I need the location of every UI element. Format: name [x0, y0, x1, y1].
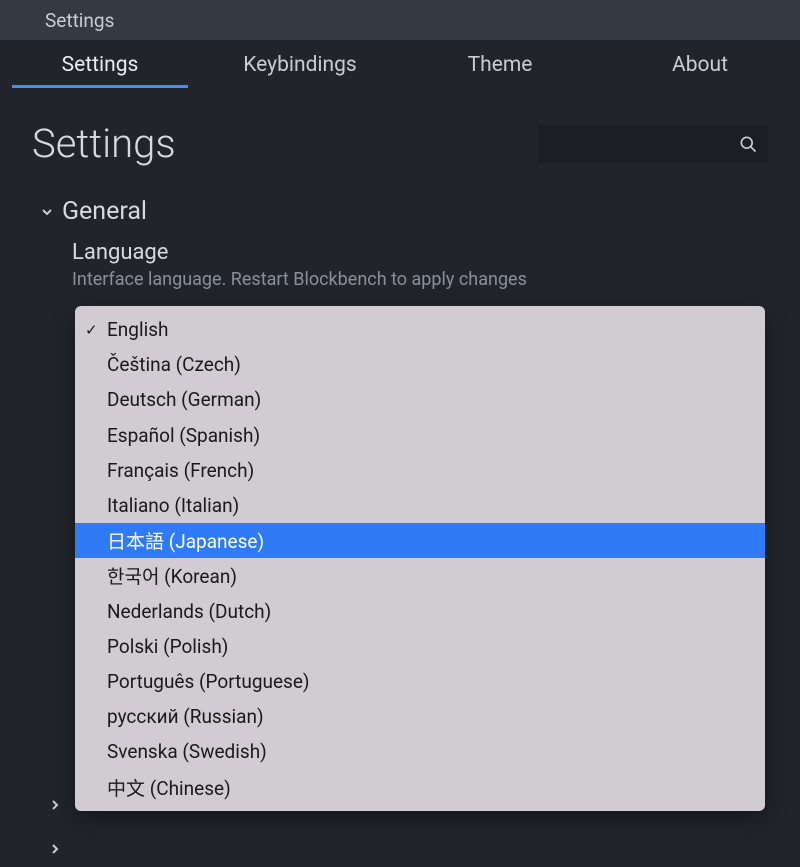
page-title: Settings	[32, 120, 176, 167]
tab-label: Keybindings	[243, 53, 357, 77]
dropdown-option[interactable]: Français (French)	[75, 453, 765, 488]
dropdown-option[interactable]: Čeština (Czech)	[75, 347, 765, 382]
dropdown-option-label: Čeština (Czech)	[107, 353, 241, 376]
search-icon	[738, 134, 758, 154]
header-row: Settings	[32, 120, 768, 167]
dropdown-option[interactable]: 日本語 (Japanese)	[75, 523, 765, 558]
setting-description: Interface language. Restart Blockbench t…	[72, 269, 768, 290]
check-icon: ✓	[85, 321, 98, 339]
dropdown-option[interactable]: Nederlands (Dutch)	[75, 594, 765, 629]
tab-about[interactable]: About	[600, 40, 800, 90]
section-header-collapsed[interactable]	[48, 798, 62, 812]
dropdown-option-label: Español (Spanish)	[107, 424, 260, 447]
dropdown-option-label: Français (French)	[107, 459, 254, 482]
content: Settings General Language Interface lang…	[0, 90, 800, 290]
dropdown-option[interactable]: Svenska (Swedish)	[75, 734, 765, 769]
dropdown-option-label: Nederlands (Dutch)	[107, 600, 271, 623]
tabs: Settings Keybindings Theme About	[0, 40, 800, 90]
section-header-collapsed[interactable]	[48, 842, 62, 856]
setting-label: Language	[72, 240, 768, 265]
window-title: Settings	[45, 9, 114, 32]
dropdown-option-label: 한국어 (Korean)	[107, 562, 237, 589]
dropdown-option[interactable]: Italiano (Italian)	[75, 488, 765, 523]
language-dropdown[interactable]: ✓ English Čeština (Czech) Deutsch (German) E…	[75, 306, 765, 811]
dropdown-option-label: Português (Portuguese)	[107, 670, 310, 693]
dropdown-option[interactable]: Português (Portuguese)	[75, 664, 765, 699]
tab-label: Settings	[62, 53, 139, 77]
chevron-right-icon	[48, 842, 62, 856]
dropdown-option-label: 中文 (Chinese)	[107, 774, 231, 801]
dropdown-option-label: 日本語 (Japanese)	[107, 527, 264, 554]
chevron-down-icon	[40, 205, 54, 219]
dropdown-option[interactable]: 中文 (Chinese)	[75, 769, 765, 804]
dropdown-option[interactable]: Polski (Polish)	[75, 629, 765, 664]
dropdown-option-label: English	[107, 318, 168, 341]
setting-language: Language Interface language. Restart Blo…	[72, 240, 768, 290]
dropdown-option[interactable]: ✓ English	[75, 312, 765, 347]
dropdown-option[interactable]: Deutsch (German)	[75, 382, 765, 417]
search-input[interactable]	[538, 125, 768, 163]
section-header-general[interactable]: General	[40, 197, 768, 226]
dropdown-option[interactable]: Español (Spanish)	[75, 418, 765, 453]
dropdown-option[interactable]: русский (Russian)	[75, 699, 765, 734]
tab-theme[interactable]: Theme	[400, 40, 600, 90]
tab-label: Theme	[468, 53, 533, 77]
dropdown-option-label: Italiano (Italian)	[107, 494, 239, 517]
tab-keybindings[interactable]: Keybindings	[200, 40, 400, 90]
search-box[interactable]	[538, 125, 768, 163]
titlebar: Settings	[0, 0, 800, 40]
section-title: General	[62, 197, 147, 226]
tab-label: About	[672, 53, 728, 77]
dropdown-option-label: Deutsch (German)	[107, 388, 261, 411]
dropdown-option-label: Polski (Polish)	[107, 635, 228, 658]
dropdown-option-label: Svenska (Swedish)	[107, 740, 267, 763]
dropdown-option[interactable]: 한국어 (Korean)	[75, 558, 765, 593]
dropdown-option-label: русский (Russian)	[107, 705, 264, 728]
chevron-right-icon	[48, 798, 62, 812]
tab-settings[interactable]: Settings	[0, 40, 200, 90]
